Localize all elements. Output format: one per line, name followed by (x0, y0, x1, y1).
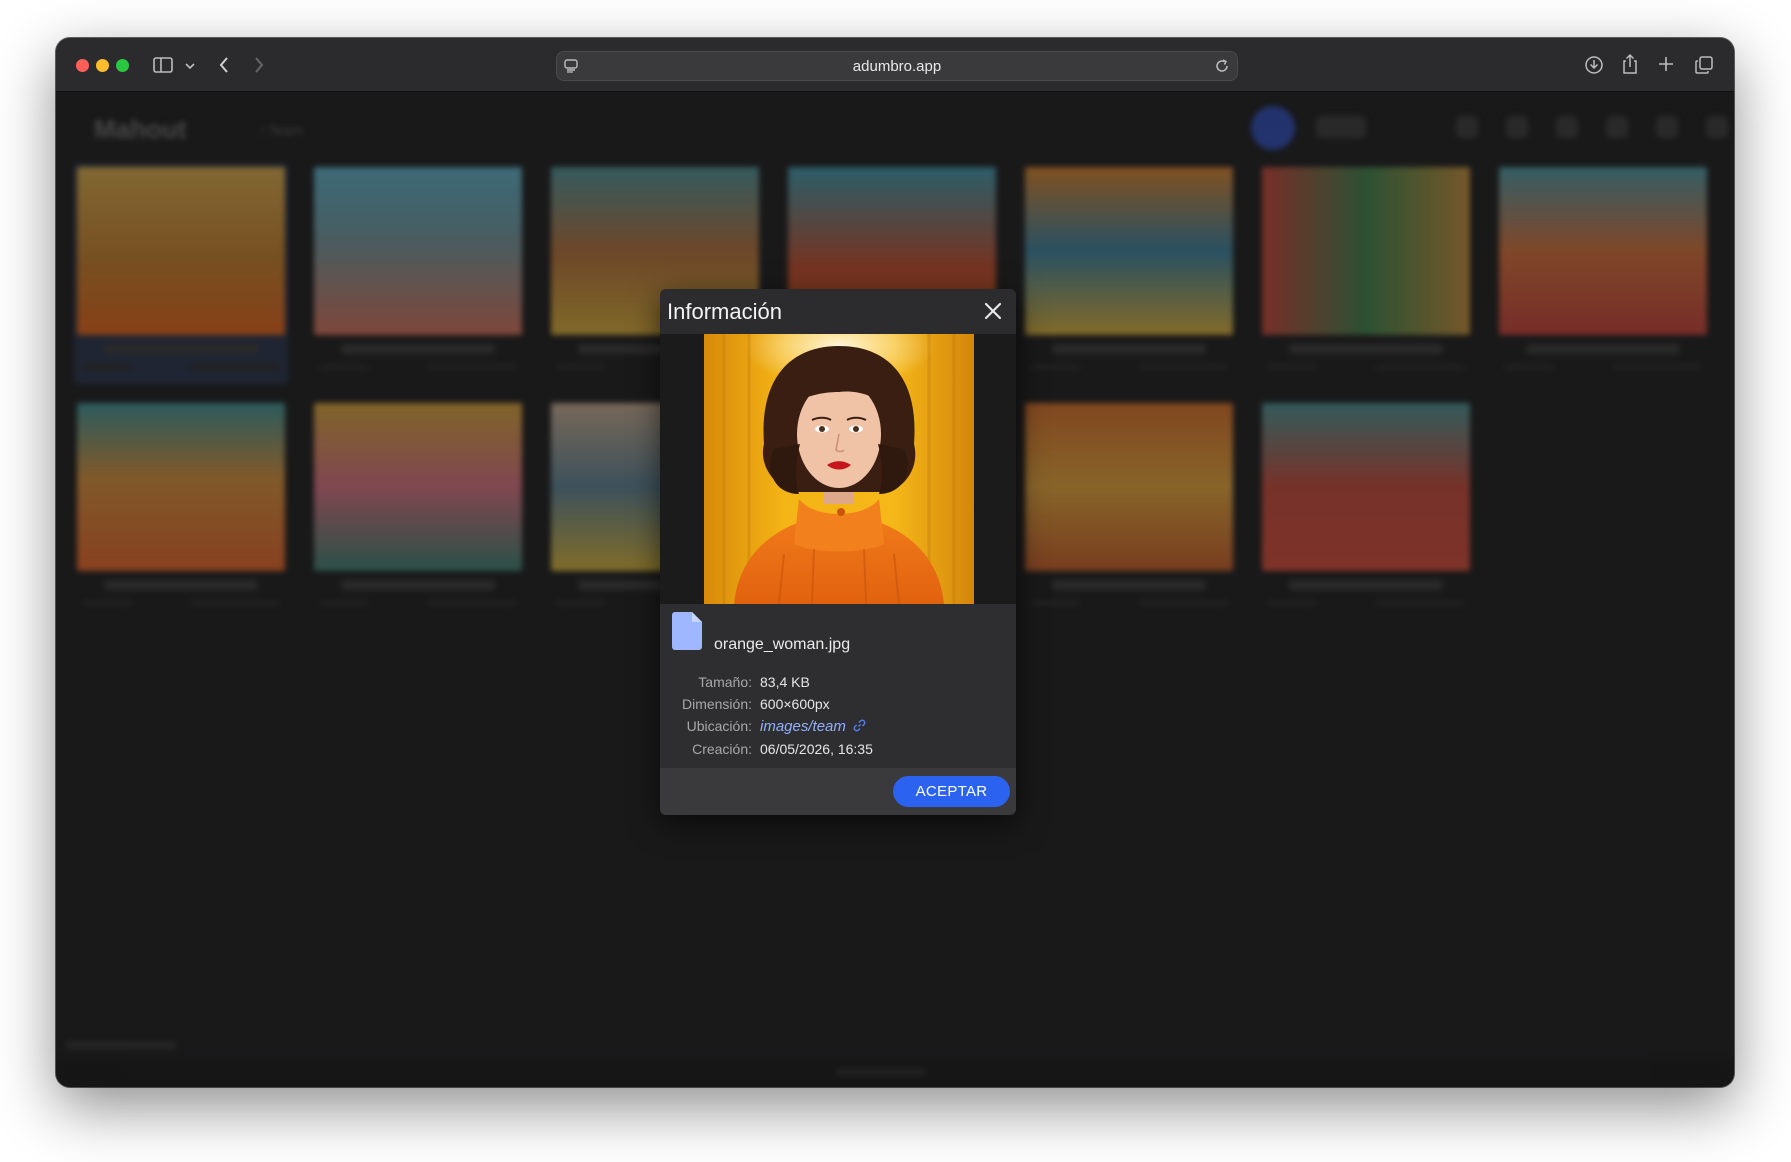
reload-icon[interactable] (1214, 58, 1230, 74)
chevron-down-icon[interactable] (185, 62, 195, 70)
info-row-created: Creación: 06/05/2026, 16:35 (660, 741, 1016, 761)
dialog-header: Información (660, 289, 1016, 334)
info-label: Tamaño: (698, 674, 752, 690)
file-name: orange_woman.jpg (714, 636, 851, 653)
download-icon[interactable] (1584, 55, 1604, 75)
info-dialog: Información orange_woman.jpg Tamaño: 83,… (660, 289, 1016, 815)
forward-icon[interactable] (253, 56, 265, 74)
info-value: 83,4 KB (760, 674, 810, 690)
address-bar[interactable]: adumbro.app (556, 51, 1238, 81)
location-link[interactable]: images/team (760, 718, 846, 735)
new-tab-icon[interactable] (1658, 56, 1674, 72)
image-preview (660, 334, 1016, 604)
info-row-location: Ubicación: images/team (660, 718, 1016, 738)
browser-toolbar: adumbro.app (56, 38, 1734, 92)
location-link-wrapper: images/team (760, 718, 866, 735)
info-row-size: Tamaño: 83,4 KB (660, 674, 1016, 694)
link-icon[interactable] (853, 719, 866, 732)
dialog-footer: ACEPTAR (660, 768, 1016, 815)
tabs-overview-icon[interactable] (1694, 55, 1714, 75)
zoom-window-button[interactable] (116, 59, 129, 72)
back-icon[interactable] (218, 56, 230, 74)
info-value: 06/05/2026, 16:35 (760, 741, 873, 757)
sidebar-icon[interactable] (153, 56, 173, 74)
close-icon[interactable] (980, 298, 1006, 324)
url-text: adumbro.app (852, 58, 942, 75)
info-row-dimension: Dimensión: 600×600px (660, 696, 1016, 716)
info-value: 600×600px (760, 696, 830, 712)
dialog-title: Información (667, 299, 782, 324)
preview-image (704, 334, 974, 604)
info-label: Creación: (692, 741, 752, 757)
info-label: Dimensión: (681, 696, 752, 712)
minimize-window-button[interactable] (96, 59, 109, 72)
share-icon[interactable] (1621, 53, 1639, 75)
close-window-button[interactable] (76, 59, 89, 72)
info-label: Ubicación: (686, 718, 752, 734)
file-icon (672, 612, 702, 650)
dialog-body: orange_woman.jpg Tamaño: 83,4 KB Dimensi… (660, 604, 1016, 768)
accept-button[interactable]: ACEPTAR (893, 776, 1010, 807)
